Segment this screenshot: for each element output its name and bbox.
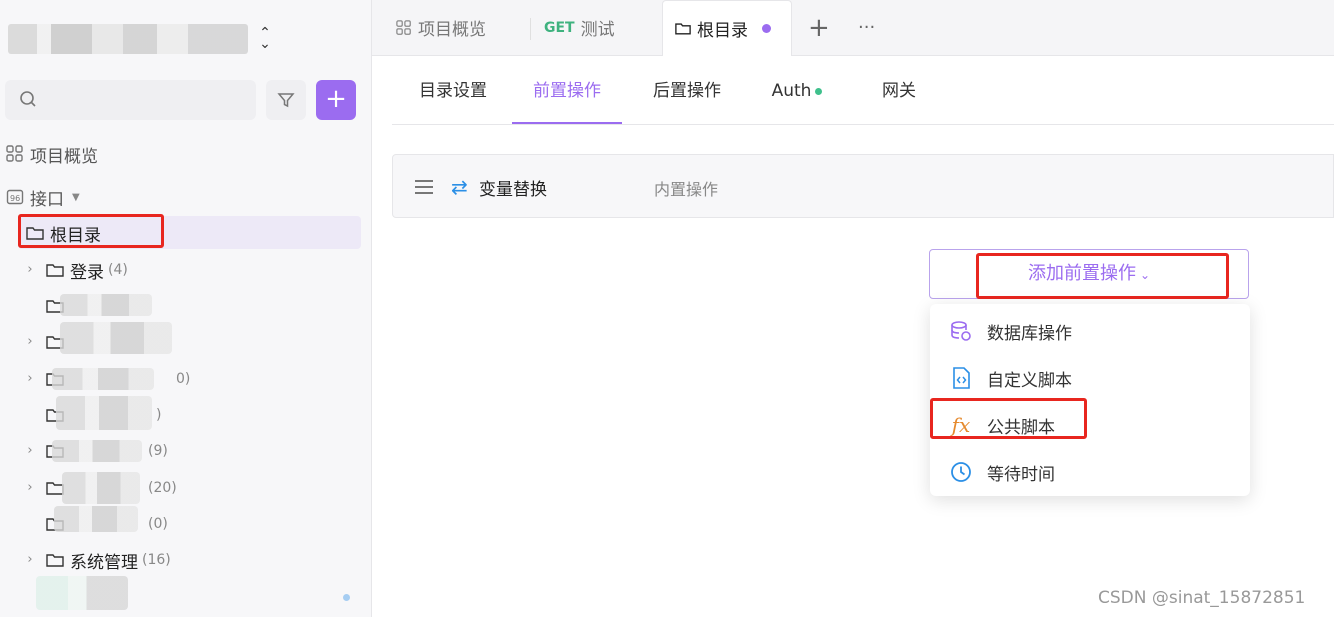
grid-icon: [396, 19, 411, 35]
subtab-gateway[interactable]: 网关: [862, 68, 936, 124]
chevron-right-icon[interactable]: ›: [24, 443, 36, 458]
tab-root-dir[interactable]: 根目录: [662, 0, 792, 56]
menu-item-custom-script[interactable]: 自定义脚本: [930, 356, 1250, 400]
caret-down-icon: ▼: [72, 191, 80, 203]
database-icon: [949, 319, 973, 343]
highlight-box-public-script: [930, 398, 1087, 439]
subtab-auth-label: Auth: [771, 81, 812, 101]
tab-overview-label: 项目概览: [418, 20, 486, 40]
tab-get-test[interactable]: GET 测试: [544, 0, 615, 55]
subtab-post-ops[interactable]: 后置操作: [632, 68, 742, 124]
tree-item-count: (9): [148, 443, 168, 459]
unsaved-dot: [762, 24, 771, 33]
tree-item[interactable]: 系统管理 (16): [46, 545, 171, 575]
method-badge: GET: [544, 19, 575, 36]
status-dot: [343, 594, 350, 601]
watermark: CSDN @sinat_15872851: [1098, 588, 1306, 608]
menu-item-label: 等待时间: [987, 464, 1055, 485]
search-icon: [20, 91, 36, 107]
search-input[interactable]: [5, 80, 256, 120]
chevron-right-icon[interactable]: ›: [24, 552, 36, 567]
highlight-box-add: [976, 253, 1229, 299]
chevron-right-icon[interactable]: ›: [24, 334, 36, 349]
chevron-right-icon[interactable]: ›: [24, 371, 36, 386]
tree-item[interactable]: 登录 (4): [46, 255, 128, 285]
folder-icon: [46, 554, 64, 567]
folder-icon: [675, 23, 691, 35]
tab-project-overview[interactable]: 项目概览: [396, 0, 486, 55]
menu-item-wait-time[interactable]: 等待时间: [930, 450, 1250, 494]
tab-root-label: 根目录: [697, 21, 748, 41]
svg-text:96: 96: [10, 194, 20, 203]
add-button[interactable]: +: [316, 80, 356, 120]
subtab-dir-settings[interactable]: 目录设置: [398, 68, 508, 124]
nav-interfaces[interactable]: 96 接口 ▼: [6, 183, 80, 211]
swap-icon: ⇄: [451, 175, 468, 199]
tree-item-label: 登录: [70, 262, 104, 283]
tab-get-label: 测试: [580, 20, 615, 40]
menu-item-label: 自定义脚本: [987, 370, 1072, 391]
subtab-pre-ops[interactable]: 前置操作: [512, 68, 622, 124]
blurred-label: [52, 440, 142, 462]
tab-bar: 项目概览 GET 测试 根目录 + ···: [372, 0, 1334, 56]
auth-status-dot: [815, 87, 823, 95]
blurred-label: [60, 294, 152, 316]
project-name-blurred[interactable]: [8, 24, 248, 54]
blurred-label: [52, 368, 154, 390]
clock-icon: [949, 460, 973, 484]
filter-button[interactable]: [266, 80, 306, 120]
menu-item-database[interactable]: 数据库操作: [930, 309, 1250, 353]
nav-project-overview[interactable]: 项目概览: [6, 140, 98, 168]
operation-kind: 内置操作: [654, 180, 719, 199]
highlight-box-root: [18, 214, 164, 248]
subtab-auth[interactable]: Auth: [752, 68, 842, 124]
blurred-label: [60, 322, 172, 354]
script-icon: [949, 366, 973, 390]
drag-handle-icon[interactable]: [415, 180, 433, 198]
grid-icon: [6, 145, 23, 162]
tree-item-count: ): [156, 407, 162, 423]
chevron-right-icon[interactable]: ›: [24, 480, 36, 495]
blurred-label: [36, 576, 128, 610]
api-icon: 96: [6, 189, 24, 205]
tree-item-count: (20): [148, 480, 177, 496]
nav-overview-label: 项目概览: [30, 146, 98, 167]
more-tabs-button[interactable]: ···: [858, 0, 875, 55]
chevron-right-icon[interactable]: ›: [24, 262, 36, 277]
tree-item-label: 系统管理: [70, 552, 138, 573]
folder-icon: [46, 264, 64, 277]
menu-item-label: 数据库操作: [987, 323, 1072, 344]
sidebar: ⌃ ⌄ + 项目概览 96 接口 ▼ 根目录 › 登录 (4) › › 0))…: [0, 0, 372, 617]
blurred-label: [62, 472, 140, 504]
filter-icon: [277, 93, 295, 108]
tab-divider: [530, 18, 531, 40]
blurred-label: [54, 506, 138, 532]
nav-interfaces-label: 接口: [30, 189, 64, 210]
blurred-label: [56, 396, 152, 430]
add-tab-button[interactable]: +: [808, 0, 830, 55]
sub-tab-bar: 目录设置 前置操作 后置操作 Auth 网关: [392, 68, 1334, 125]
tree-item-count: 0): [176, 371, 191, 387]
tree-item-count: (16): [142, 552, 171, 568]
tree-item-count: (4): [108, 262, 128, 278]
operation-card[interactable]: ⇄ 变量替换 内置操作: [392, 154, 1334, 218]
tree-item-count: (0): [148, 516, 168, 532]
project-switch-icon[interactable]: ⌃ ⌄: [257, 26, 273, 54]
operation-name: 变量替换: [479, 180, 547, 200]
